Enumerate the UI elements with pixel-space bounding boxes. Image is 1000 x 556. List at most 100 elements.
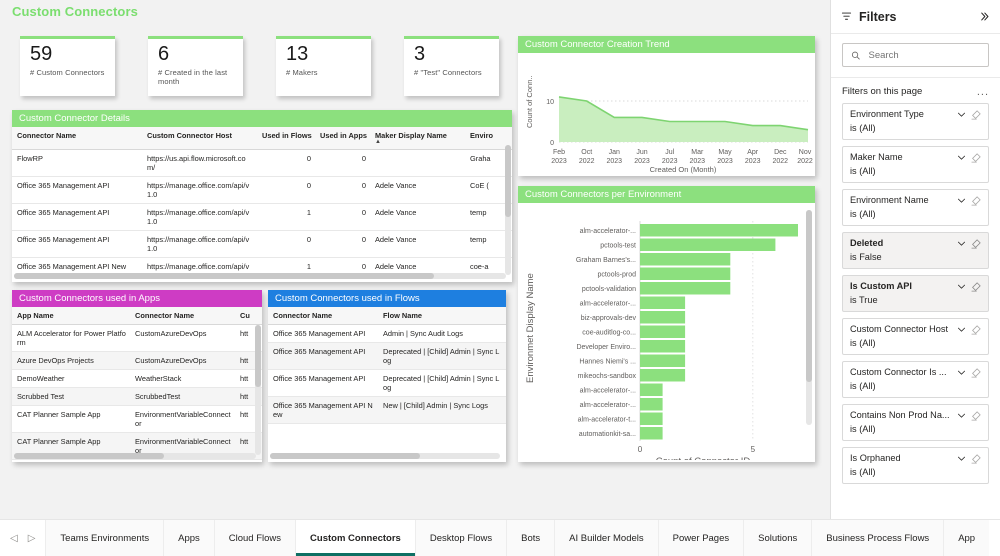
bar[interactable]: [640, 369, 686, 382]
next-page-button[interactable]: ▷: [28, 533, 36, 544]
tab-teams-environments[interactable]: Teams Environments: [45, 520, 164, 556]
kpi-card-created-last-month[interactable]: 6 # Created in the last month: [148, 36, 243, 96]
kpi-card-custom-connectors[interactable]: 59 # Custom Connectors: [20, 36, 115, 96]
clear-filter-icon[interactable]: [970, 195, 982, 207]
table-row[interactable]: Office 365 Management API Deprecated | […: [268, 342, 506, 370]
clear-filter-icon[interactable]: [970, 281, 982, 293]
bar[interactable]: [640, 383, 663, 397]
col-maker-display-name[interactable]: Maker Display Name ▲: [370, 127, 465, 150]
chevron-down-icon[interactable]: [956, 152, 967, 163]
filter-card-is-orphaned[interactable]: Is Orphaned is (All): [842, 447, 989, 484]
table-row[interactable]: Scrubbed Test ScrubbedTest htt: [12, 387, 262, 406]
chevron-down-icon[interactable]: [956, 367, 967, 378]
bar[interactable]: [640, 224, 798, 237]
previous-page-button[interactable]: ◁: [10, 533, 18, 544]
bar[interactable]: [640, 253, 731, 266]
col-used-in-flows[interactable]: Used in Flows: [257, 127, 315, 150]
more-options-icon[interactable]: ...: [977, 86, 989, 97]
col-custom-connector-host[interactable]: Custom Connector Host: [142, 127, 257, 150]
apps-vertical-scrollbar[interactable]: [255, 325, 261, 455]
tab-apps[interactable]: Apps: [163, 520, 214, 556]
clear-filter-icon[interactable]: [970, 367, 982, 379]
col-custom-connector-host[interactable]: Cu: [235, 307, 262, 325]
col-app-name[interactable]: App Name: [12, 307, 130, 325]
creation-trend-visual[interactable]: Custom Connector Creation Trend Count of…: [518, 36, 815, 176]
bar[interactable]: [640, 311, 686, 324]
filter-card-contains-non-prod-name[interactable]: Contains Non Prod Na... is (All): [842, 404, 989, 441]
table-row[interactable]: ALM Accelerator for Power Platform Custo…: [12, 324, 262, 352]
filter-card-custom-connector-is[interactable]: Custom Connector Is ... is (All): [842, 361, 989, 398]
bar[interactable]: [640, 340, 686, 353]
filter-card-custom-connector-host[interactable]: Custom Connector Host is (All): [842, 318, 989, 355]
tab-bots[interactable]: Bots: [506, 520, 555, 556]
chevron-down-icon[interactable]: [956, 410, 967, 421]
bar-chart-vertical-scrollbar[interactable]: [806, 210, 812, 425]
table-row[interactable]: Office 365 Management API Admin | Sync A…: [268, 324, 506, 343]
table-row[interactable]: CAT Planner Sample App EnvironmentVariab…: [12, 459, 262, 460]
col-flow-name[interactable]: Flow Name: [378, 307, 506, 325]
chevron-down-icon[interactable]: [956, 324, 967, 335]
table-row[interactable]: DemoWeather WeatherStack htt: [12, 369, 262, 388]
filter-card-environment-type[interactable]: Environment Type is (All): [842, 103, 989, 140]
connectors-used-in-flows-visual[interactable]: Custom Connectors used in Flows Connecto…: [268, 290, 506, 462]
table-row[interactable]: Office 365 Management API New New | [Chi…: [268, 396, 506, 424]
chevron-down-icon[interactable]: [956, 195, 967, 206]
bar[interactable]: [640, 398, 663, 411]
apps-table-scroll[interactable]: App Name Connector Name Cu ALM Accelerat…: [12, 307, 262, 460]
clear-filter-icon[interactable]: [970, 453, 982, 465]
tab-custom-connectors[interactable]: Custom Connectors: [295, 520, 415, 556]
tab-ai-builder-models[interactable]: AI Builder Models: [554, 520, 658, 556]
tab-cloud-flows[interactable]: Cloud Flows: [213, 520, 296, 556]
chevrons-right-icon[interactable]: [979, 11, 990, 22]
filter-card-is-custom-api[interactable]: Is Custom API is True: [842, 275, 989, 312]
tab-apps-overflow[interactable]: App: [943, 520, 990, 556]
kpi-card-test-connectors[interactable]: 3 # "Test" Connectors: [404, 36, 499, 96]
chevron-down-icon[interactable]: [956, 109, 967, 120]
tab-solutions[interactable]: Solutions: [743, 520, 812, 556]
connectors-used-in-apps-visual[interactable]: Custom Connectors used in Apps App Name …: [12, 290, 262, 462]
apps-horizontal-scrollbar[interactable]: [14, 453, 256, 459]
filter-card-environment-name[interactable]: Environment Name is (All): [842, 189, 989, 226]
filters-search-box[interactable]: [842, 43, 989, 67]
clear-filter-icon[interactable]: [970, 238, 982, 250]
details-horizontal-scrollbar[interactable]: [14, 273, 506, 279]
kpi-card-makers[interactable]: 13 # Makers: [276, 36, 371, 96]
flows-horizontal-scrollbar[interactable]: [270, 453, 500, 459]
table-row[interactable]: FlowRP https://us.api.flow.microsoft.com…: [12, 149, 512, 177]
table-row[interactable]: Office 365 Management API https://manage…: [12, 176, 512, 204]
bar[interactable]: [640, 412, 663, 426]
col-connector-name[interactable]: Connector Name: [12, 127, 142, 150]
clear-filter-icon[interactable]: [970, 324, 982, 336]
col-used-in-apps[interactable]: Used in Apps: [315, 127, 370, 150]
connectors-per-environment-visual[interactable]: Custom Connectors per Environment Enviro…: [518, 186, 815, 467]
tab-desktop-flows[interactable]: Desktop Flows: [414, 520, 507, 556]
details-table-scroll[interactable]: Connector Name Custom Connector Host Use…: [12, 127, 512, 280]
details-vertical-scrollbar[interactable]: [505, 145, 511, 275]
tab-business-process-flows[interactable]: Business Process Flows: [811, 520, 944, 556]
table-row[interactable]: Office 365 Management API Deprecated | […: [268, 369, 506, 397]
col-connector-name[interactable]: Connector Name: [268, 307, 378, 325]
table-row[interactable]: CAT Planner Sample App EnvironmentVariab…: [12, 405, 262, 433]
flows-table-scroll[interactable]: Connector Name Flow Name Office 365 Mana…: [268, 307, 506, 460]
creation-trend-chart[interactable]: Count of Conn.. 10 0 Feb 2023 Oct 2022 J…: [518, 53, 815, 174]
clear-filter-icon[interactable]: [970, 109, 982, 121]
clear-filter-icon[interactable]: [970, 152, 982, 164]
chevron-down-icon[interactable]: [956, 281, 967, 292]
custom-connector-details-visual[interactable]: Custom Connector Details Connector Name …: [12, 110, 512, 282]
table-row[interactable]: Office 365 Management API https://manage…: [12, 203, 512, 231]
chevron-down-icon[interactable]: [956, 238, 967, 249]
bar[interactable]: [640, 427, 663, 440]
table-row[interactable]: Azure DevOps Projects CustomAzureDevOps …: [12, 351, 262, 370]
chevron-down-icon[interactable]: [956, 453, 967, 464]
filter-card-maker-name[interactable]: Maker Name is (All): [842, 146, 989, 183]
clear-filter-icon[interactable]: [970, 410, 982, 422]
bar[interactable]: [640, 296, 686, 310]
tab-power-pages[interactable]: Power Pages: [657, 520, 744, 556]
bar[interactable]: [640, 238, 776, 252]
bar[interactable]: [640, 282, 731, 295]
filter-card-deleted[interactable]: Deleted is False: [842, 232, 989, 269]
bar[interactable]: [640, 267, 731, 281]
search-input[interactable]: [868, 49, 980, 61]
connectors-per-environment-chart[interactable]: Environmet Display Name alm-accelerator-…: [518, 203, 815, 467]
col-connector-name[interactable]: Connector Name: [130, 307, 235, 325]
